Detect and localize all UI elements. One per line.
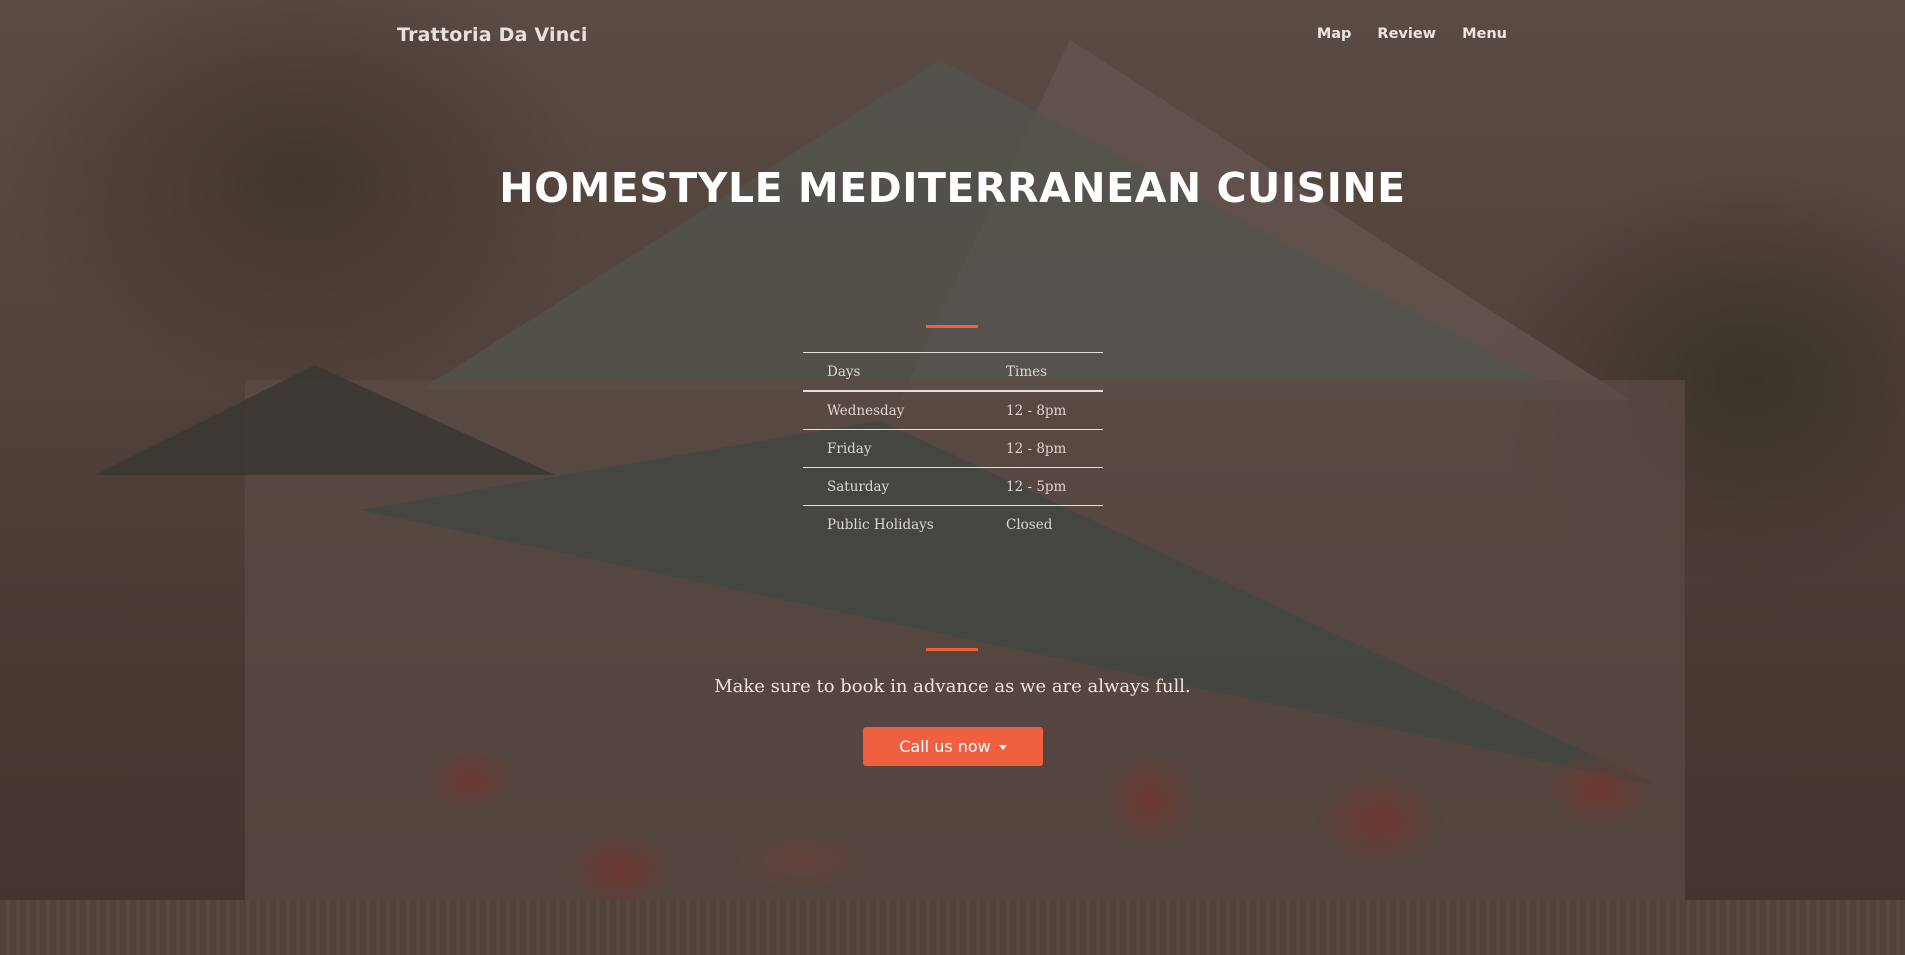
table-row: Saturday 12 - 5pm — [803, 467, 1103, 506]
table-row: Public Holidays Closed — [803, 505, 1103, 543]
accent-divider-top — [926, 325, 978, 328]
nav-link-map[interactable]: Map — [1317, 26, 1352, 42]
hero-title: HOMESTYLE MEDITERRANEAN CUISINE — [499, 164, 1406, 212]
time-cell: Closed — [982, 505, 1103, 543]
column-header-times: Times — [982, 352, 1103, 392]
table-row: Friday 12 - 8pm — [803, 429, 1103, 468]
table-header-row: Days Times — [803, 352, 1103, 392]
time-cell: 12 - 8pm — [1006, 402, 1067, 419]
call-us-button[interactable]: Call us now — [863, 727, 1043, 766]
nav-links: Map Review Menu — [1317, 26, 1507, 42]
booking-tagline: Make sure to book in advance as we are a… — [714, 676, 1191, 697]
time-cell: 12 - 8pm — [982, 429, 1103, 468]
call-us-label: Call us now — [899, 737, 991, 756]
accent-divider-bottom — [926, 648, 978, 651]
caret-down-icon — [998, 744, 1007, 750]
day-cell: Wednesday — [827, 402, 905, 419]
opening-hours-table: Days Times Wednesday 12 - 8pm Friday 12 … — [803, 352, 1103, 543]
table-row: Wednesday 12 - 8pm — [803, 391, 1103, 430]
day-cell: Public Holidays — [803, 505, 982, 543]
nav-link-review[interactable]: Review — [1377, 26, 1436, 42]
navbar: Trattoria Da Vinci Map Review Menu — [0, 0, 1905, 72]
nav-link-menu[interactable]: Menu — [1462, 26, 1507, 42]
day-cell: Friday — [803, 429, 982, 468]
day-cell: Saturday — [803, 467, 982, 506]
column-header-days: Days — [803, 352, 982, 392]
time-cell: 12 - 5pm — [982, 467, 1103, 506]
brand-link[interactable]: Trattoria Da Vinci — [397, 24, 588, 46]
